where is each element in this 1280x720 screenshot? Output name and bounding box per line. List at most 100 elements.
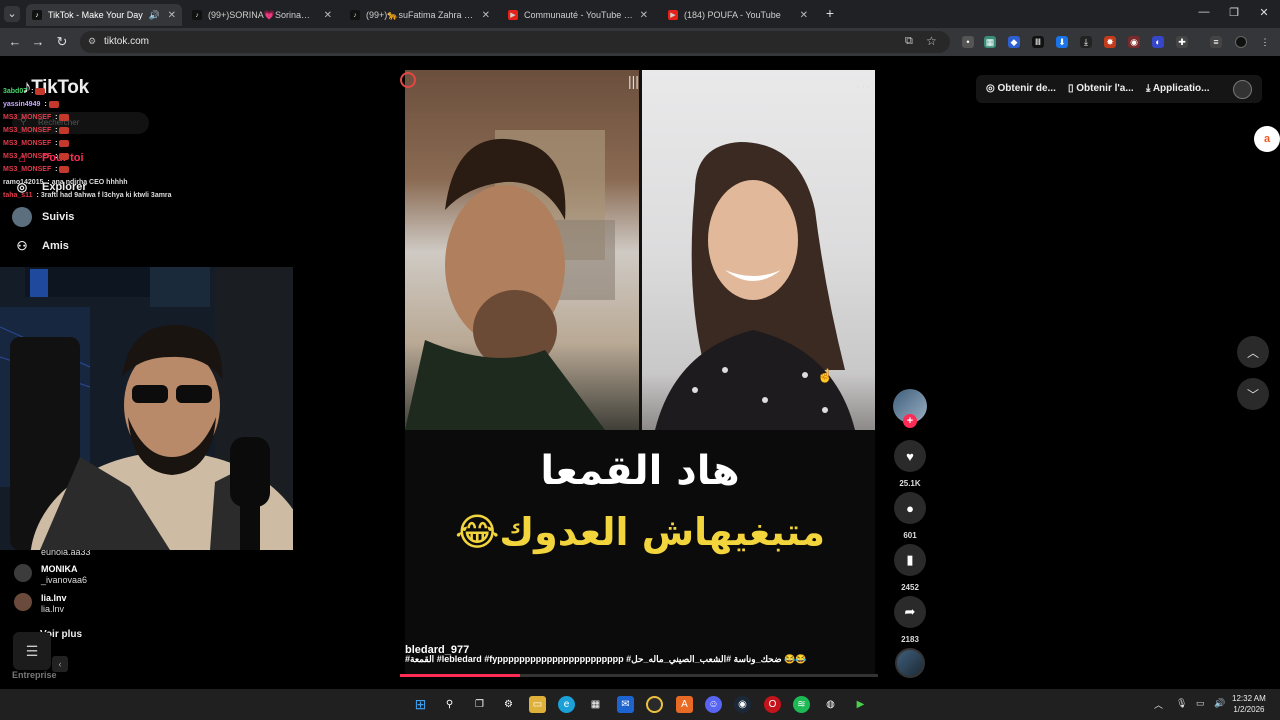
task-view-icon[interactable]: ❐ — [471, 696, 488, 713]
extension-icon[interactable]: Ⅲ — [1032, 36, 1044, 48]
windows-start-icon[interactable]: ⊞ — [412, 696, 429, 713]
app-icon[interactable]: A — [676, 696, 693, 713]
previous-video-button[interactable]: ︿ — [1237, 336, 1269, 368]
close-tab-icon[interactable]: ✕ — [476, 10, 490, 21]
extension-icon[interactable]: ◆ — [1008, 36, 1020, 48]
share-button[interactable]: ➦ 2183 — [893, 596, 927, 644]
sidebar-item-following[interactable]: Suivis — [12, 207, 74, 227]
follow-plus-icon[interactable]: + — [903, 414, 917, 428]
get-coins-button[interactable]: ◎ Obtenir de... — [986, 83, 1056, 94]
emote-icon — [48, 100, 59, 108]
steam-icon[interactable]: ◉ — [734, 696, 751, 713]
tiktok-icon: ♪ — [350, 10, 360, 20]
microphone-icon[interactable]: 🎙 — [1176, 698, 1187, 709]
chat-message: 3abd07 : — [3, 85, 263, 98]
chat-message: ramo142015 : ana ndirha CEO hhhhh — [3, 179, 128, 186]
following-icon — [12, 207, 32, 227]
get-app-button[interactable]: ▯ Obtenir l'a... — [1068, 83, 1134, 94]
settings-icon[interactable]: ⚙ — [500, 696, 517, 713]
play-app-icon[interactable]: ▶ — [852, 696, 869, 713]
speaker-icon[interactable]: 🔊 — [149, 10, 160, 21]
windows-taskbar: ⊞ ⚲ ❐ ⚙ ▭ e ▦ ✉ A ☺ ◉ O ≋ ◍ ▶ ︿ 🎙 ▭ 🔊 12… — [0, 689, 1280, 720]
alibaba-extension-icon[interactable]: a — [1254, 126, 1280, 152]
chrome-icon[interactable] — [646, 696, 663, 713]
minimize-icon[interactable]: — — [1194, 6, 1214, 18]
video-player[interactable]: هاد القمعا متبغيهاش العدوك😂 bledard_977 — [405, 70, 875, 677]
cast-icon[interactable]: ⧉ — [905, 35, 913, 48]
record-icon — [400, 72, 416, 88]
tab-youtube-studio[interactable]: ▶ Communauté - YouTube Studio ✕ — [502, 4, 654, 26]
tab-youtube-poufa[interactable]: ▶ (184) POUFA - YouTube ✕ — [662, 4, 814, 26]
extension-icon[interactable]: ✸ — [1104, 36, 1116, 48]
opera-icon[interactable]: O — [764, 696, 781, 713]
emote-icon — [59, 113, 70, 121]
like-button[interactable]: ♥ 25.1K — [893, 440, 927, 488]
puzzle-icon[interactable]: ✚ — [1176, 36, 1188, 48]
menu-icon[interactable]: ⋮ — [1259, 36, 1271, 48]
spotify-icon[interactable]: ≋ — [793, 696, 810, 713]
sidebar-collapse-button[interactable]: ☰ — [13, 632, 51, 670]
sidebar-item-friends[interactable]: ⚇ Amis — [12, 236, 69, 256]
close-window-icon[interactable]: ✕ — [1254, 6, 1274, 19]
reload-icon[interactable]: ↻ — [54, 34, 70, 50]
chat-message: MS3_MONSEF : — [3, 111, 263, 124]
close-tab-icon[interactable]: ✕ — [634, 10, 648, 21]
download-extension-icon[interactable]: ⬇ — [1056, 36, 1068, 48]
emote-icon — [59, 152, 70, 160]
search-icon[interactable]: ⚲ — [441, 696, 458, 713]
chat-message: MS3_MONSEF : — [3, 124, 263, 137]
account-item[interactable]: lia.lnv lia.lnv — [14, 593, 67, 615]
video-progress-bar[interactable] — [400, 674, 878, 677]
next-video-button[interactable]: ﹀ — [1237, 378, 1269, 410]
tab-fatima[interactable]: ♪ (99+)🐆suFatima Zahra su🐆 ( ✕ — [344, 4, 496, 26]
tray-chevron-icon[interactable]: ︿ — [1154, 698, 1163, 711]
back-icon[interactable]: ← — [7, 34, 23, 50]
chevron-up-icon: ︿ — [1246, 345, 1259, 360]
save-button[interactable]: ▮ 2452 — [893, 544, 927, 592]
url-field[interactable]: ⚙ tiktok.com ⧉ ☆ — [80, 31, 950, 53]
store-icon[interactable]: ▦ — [587, 696, 604, 713]
chat-message: MS3_MONSEF : — [3, 163, 263, 176]
close-tab-icon[interactable]: ✕ — [318, 10, 332, 21]
extension-icon[interactable]: ◐ — [1152, 36, 1164, 48]
comment-button[interactable]: ● 601 — [893, 492, 927, 540]
bookmark-star-icon[interactable]: ☆ — [926, 34, 937, 48]
new-tab-icon[interactable]: + — [820, 5, 840, 21]
close-tab-icon[interactable]: ✕ — [794, 10, 808, 21]
site-info-icon[interactable]: ⚙ — [88, 36, 96, 47]
extension-icon[interactable]: ▦ — [984, 36, 996, 48]
save-count: 2452 — [901, 583, 919, 592]
video-hashtags[interactable]: #القمعة #lebledard #fypppppppppppppppppp… — [405, 654, 875, 665]
extension-icon[interactable]: ◉ — [1128, 36, 1140, 48]
playlist-icon[interactable]: ≡ — [1210, 36, 1222, 48]
footer-link-entreprise[interactable]: Entreprise — [12, 670, 57, 680]
profile-avatar-button[interactable] — [1233, 80, 1252, 99]
profile-icon[interactable] — [1235, 36, 1247, 48]
music-disc-icon[interactable] — [895, 648, 925, 678]
mail-icon[interactable]: ✉ — [617, 696, 634, 713]
restore-icon[interactable]: ❐ — [1224, 6, 1244, 19]
monitor-icon[interactable]: ▭ — [1196, 698, 1205, 709]
more-options-icon[interactable]: ··· — [856, 79, 871, 93]
edge-icon[interactable]: e — [558, 696, 575, 713]
obs-icon[interactable]: ◍ — [822, 696, 839, 713]
tab-sorina[interactable]: ♪ (99+)SORINA💗Sorina💗 (@so ✕ — [186, 4, 338, 26]
extension-icon[interactable]: • — [962, 36, 974, 48]
forward-icon[interactable]: → — [30, 34, 46, 50]
emote-icon — [59, 126, 70, 134]
chat-message: taha_s11 : 3rafti had 9ahwa f l3chya ki … — [3, 192, 172, 199]
desktop-app-button[interactable]: ⤓ Applicatio... — [1146, 83, 1210, 94]
account-item[interactable]: MONIKA _ivanovaa6 — [14, 564, 87, 586]
volume-icon[interactable]: ||| — [628, 73, 639, 89]
download-icon[interactable]: ⤓ — [1080, 36, 1092, 48]
discord-icon[interactable]: ☺ — [705, 696, 722, 713]
close-tab-icon[interactable]: ✕ — [162, 10, 176, 21]
speaker-icon[interactable]: 🔊 — [1214, 698, 1225, 709]
tab-search-button[interactable]: ⌄ — [4, 6, 20, 22]
tab-tiktok[interactable]: ♪ TikTok - Make Your Day 🔊 ✕ — [26, 4, 182, 26]
system-clock[interactable]: 12:32 AM 1/2/2026 — [1232, 693, 1266, 715]
address-bar: ← → ↻ ⚙ tiktok.com ⧉ ☆ • ▦ ◆ Ⅲ ⬇ ⤓ ✸ ◉ ◐… — [0, 28, 1280, 56]
chevron-down-icon: ﹀ — [1246, 387, 1259, 402]
file-explorer-icon[interactable]: ▭ — [529, 696, 546, 713]
menu-icon: ☰ — [25, 642, 39, 659]
